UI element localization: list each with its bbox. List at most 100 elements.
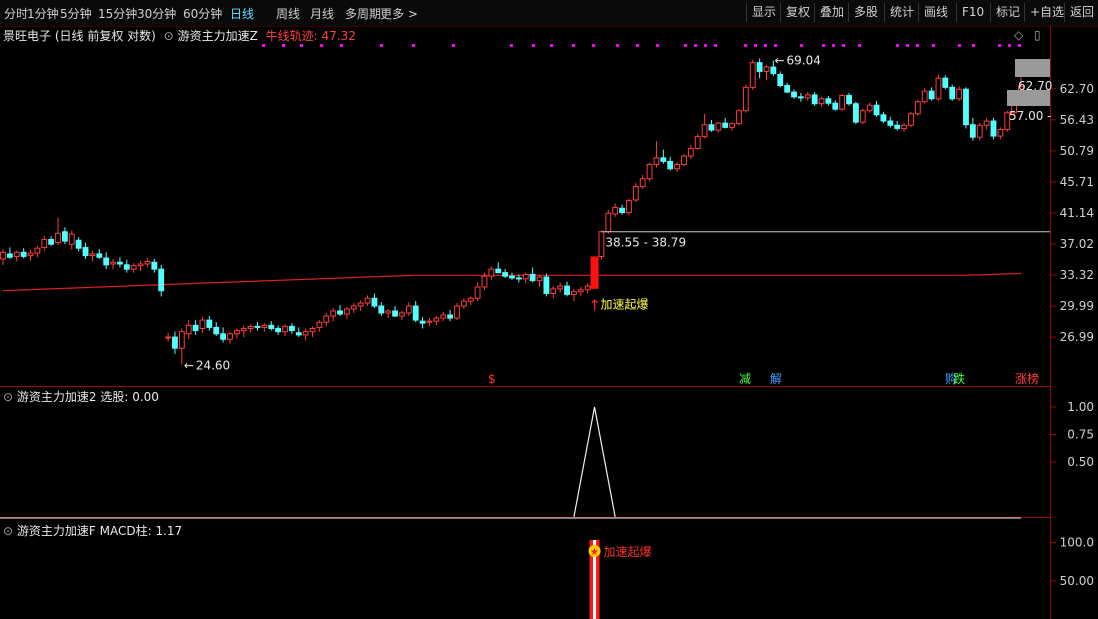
candle-body[interactable]: [364, 297, 371, 304]
candle-body[interactable]: [797, 96, 804, 99]
candle-body[interactable]: [433, 317, 440, 322]
signal-candle[interactable]: [590, 256, 599, 289]
candle-body[interactable]: [110, 261, 116, 265]
candle-body[interactable]: [302, 331, 309, 336]
candle-body[interactable]: [804, 94, 811, 99]
candle-body[interactable]: [447, 314, 454, 319]
candle-body[interactable]: [137, 263, 144, 267]
candle-body[interactable]: [220, 333, 227, 340]
candle-body[interactable]: [502, 272, 509, 277]
candle-body[interactable]: [378, 305, 385, 314]
candle-body[interactable]: [715, 122, 722, 131]
candle-body[interactable]: [495, 268, 502, 274]
candle-body[interactable]: [75, 239, 82, 249]
candle-body[interactable]: [233, 330, 240, 335]
candle-body[interactable]: [20, 251, 27, 257]
candle-body[interactable]: [165, 336, 171, 339]
candle-body[interactable]: [522, 273, 529, 280]
candle-body[interactable]: [818, 98, 825, 105]
candle-body[interactable]: [598, 231, 605, 257]
candle-body[interactable]: [275, 327, 282, 333]
candle-body[interactable]: [529, 273, 536, 282]
candle-body[interactable]: [997, 129, 1004, 137]
candle-body[interactable]: [570, 291, 577, 295]
candle-body[interactable]: [632, 186, 639, 201]
candle-body[interactable]: [247, 325, 254, 329]
candle-body[interactable]: [412, 305, 419, 321]
candle-body[interactable]: [646, 163, 653, 180]
candle-body[interactable]: [763, 66, 770, 72]
candle-body[interactable]: [653, 157, 660, 165]
candle-body[interactable]: [96, 253, 103, 258]
candle-body[interactable]: [729, 123, 736, 128]
candle-body[interactable]: [488, 268, 495, 277]
candle-body[interactable]: [536, 276, 543, 282]
candle-body[interactable]: [660, 157, 667, 162]
candle-body[interactable]: [240, 327, 247, 332]
candle-body[interactable]: [687, 147, 694, 157]
candle-body[interactable]: [949, 86, 956, 100]
candle-body[interactable]: [6, 253, 13, 258]
candle-body[interactable]: [770, 66, 777, 75]
candle-body[interactable]: [316, 321, 323, 328]
candle-body[interactable]: [577, 289, 584, 293]
candle-body[interactable]: [784, 84, 791, 93]
candle-body[interactable]: [832, 102, 839, 110]
candle-body[interactable]: [261, 324, 268, 328]
candle-body[interactable]: [674, 163, 680, 170]
candle-body[interactable]: [928, 90, 935, 100]
candle-body[interactable]: [921, 90, 928, 103]
candle-body[interactable]: [708, 124, 715, 131]
candle-body[interactable]: [13, 251, 20, 257]
candle-body[interactable]: [68, 233, 75, 245]
candle-body[interactable]: [825, 98, 832, 104]
candle-body[interactable]: [756, 62, 763, 72]
candle-body[interactable]: [392, 310, 398, 317]
candle-body[interactable]: [543, 276, 550, 295]
candle-body[interactable]: [254, 325, 261, 328]
candle-body[interactable]: [550, 288, 557, 295]
candle-body[interactable]: [357, 302, 364, 307]
candle-body[interactable]: [185, 324, 192, 335]
candle-body[interactable]: [130, 265, 137, 270]
candle-body[interactable]: [419, 320, 426, 324]
candle-body[interactable]: [515, 277, 522, 280]
candle-body[interactable]: [178, 331, 185, 349]
candle-body[interactable]: [295, 332, 302, 336]
candle-body[interactable]: [268, 324, 275, 329]
candle-body[interactable]: [694, 136, 701, 149]
candle-body[interactable]: [426, 320, 433, 323]
candle-body[interactable]: [385, 310, 392, 314]
candle-body[interactable]: [935, 77, 942, 100]
candle-body[interactable]: [901, 124, 907, 129]
candle-body[interactable]: [288, 325, 295, 332]
candle-body[interactable]: [701, 124, 708, 138]
candle-body[interactable]: [839, 94, 846, 110]
candle-body[interactable]: [213, 326, 220, 335]
candle-body[interactable]: [399, 312, 405, 317]
candle-body[interactable]: [55, 232, 61, 244]
candle-body[interactable]: [103, 257, 110, 266]
candle-body[interactable]: [509, 275, 515, 279]
candle-body[interactable]: [584, 285, 591, 291]
candle-body[interactable]: [481, 275, 488, 288]
candle-body[interactable]: [34, 247, 41, 254]
candle-body[interactable]: [990, 120, 997, 137]
candle-body[interactable]: [344, 308, 350, 315]
candle-body[interactable]: [887, 120, 894, 126]
candle-body[interactable]: [791, 91, 797, 98]
candle-body[interactable]: [123, 264, 130, 270]
candle-body[interactable]: [908, 113, 914, 126]
candle-body[interactable]: [192, 324, 199, 332]
candle-body[interactable]: [619, 207, 625, 214]
candle-body[interactable]: [61, 231, 68, 242]
candle-body[interactable]: [199, 319, 206, 329]
candle-body[interactable]: [612, 207, 619, 215]
candle-body[interactable]: [846, 94, 852, 105]
candle-body[interactable]: [736, 110, 742, 125]
candle-body[interactable]: [942, 77, 949, 88]
candle-body[interactable]: [564, 285, 570, 295]
candle-body[interactable]: [681, 155, 687, 165]
candle-body[interactable]: [474, 286, 481, 299]
candle-body[interactable]: [853, 103, 859, 123]
